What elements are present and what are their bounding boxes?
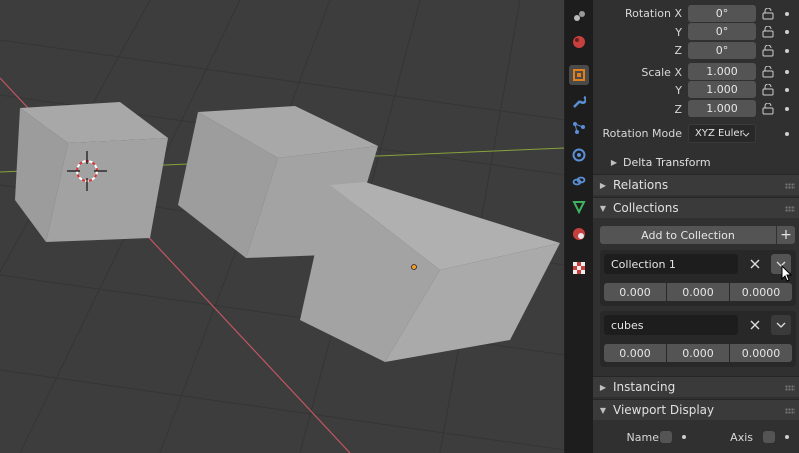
chevron-down-icon	[742, 132, 750, 137]
rotation-mode-label: Rotation Mode	[602, 127, 682, 140]
close-icon	[750, 320, 760, 330]
tab-scene[interactable]	[569, 6, 589, 26]
expand-triangle-icon: ▶	[610, 158, 618, 167]
scale-x-field[interactable]: 1.000	[688, 63, 756, 80]
show-axis-checkbox[interactable]	[763, 431, 775, 443]
keyframe-dot[interactable]	[785, 88, 789, 92]
relations-panel-header[interactable]: ▶ Relations	[593, 174, 799, 195]
remove-collection-button[interactable]	[746, 255, 764, 273]
rotation-y-label: Y	[675, 26, 682, 39]
show-name-checkbox[interactable]	[660, 431, 672, 443]
offset-y-field[interactable]: 0.000	[667, 344, 729, 362]
expand-triangle-icon: ▶	[599, 180, 607, 190]
scale-x-label: Scale X	[641, 66, 682, 79]
texture-icon	[573, 262, 585, 274]
rotation-x-label: Rotation X	[624, 7, 682, 20]
wrench-icon	[573, 95, 586, 108]
scale-z-field[interactable]: 1.000	[688, 100, 756, 117]
lock-icon[interactable]	[762, 45, 774, 57]
tab-physics[interactable]	[569, 145, 589, 165]
object-origin-icon	[411, 264, 417, 270]
rotation-mode-dropdown[interactable]: XYZ Euler	[688, 124, 756, 143]
properties-tab-strip	[565, 0, 593, 453]
keyframe-dot[interactable]	[682, 435, 686, 439]
rotation-z-label: Z	[674, 44, 682, 57]
scale-y-field[interactable]: 1.000	[688, 81, 756, 98]
tab-data[interactable]	[569, 197, 589, 217]
drag-grip-icon[interactable]	[785, 183, 795, 189]
chevron-down-icon	[776, 322, 786, 328]
3d-viewport[interactable]	[0, 0, 565, 453]
collapse-triangle-icon: ▼	[599, 203, 607, 213]
close-icon	[750, 259, 760, 269]
cube-right[interactable]	[300, 182, 560, 362]
mesh-data-icon	[572, 201, 586, 214]
world-icon	[573, 36, 585, 48]
collection-name-field[interactable]: cubes	[604, 315, 738, 335]
scene-icon	[574, 11, 585, 21]
show-axis-label: Axis	[730, 431, 753, 444]
tab-object[interactable]	[569, 65, 589, 85]
keyframe-dot[interactable]	[785, 107, 789, 111]
tab-world[interactable]	[569, 32, 589, 52]
delta-transform-header[interactable]: ▶ Delta Transform	[593, 152, 799, 173]
mouse-pointer-icon	[781, 265, 793, 282]
delta-transform-label: Delta Transform	[623, 156, 711, 169]
lock-icon[interactable]	[762, 84, 774, 96]
show-name-label: Name	[626, 431, 659, 444]
tab-material[interactable]	[569, 224, 589, 244]
offset-x-field[interactable]: 0.000	[604, 283, 666, 301]
keyframe-dot[interactable]	[785, 132, 789, 136]
tab-constraints[interactable]	[569, 171, 589, 191]
offset-z-field[interactable]: 0.0000	[730, 344, 792, 362]
rotation-z-field[interactable]: 0°	[688, 42, 756, 59]
collections-panel-header[interactable]: ▼ Collections	[593, 197, 799, 218]
add-to-collection-button[interactable]: Add to Collection	[600, 226, 776, 244]
rotation-x-field[interactable]: 0°	[688, 5, 756, 22]
drag-grip-icon[interactable]	[785, 408, 795, 414]
remove-collection-button[interactable]	[746, 316, 764, 334]
lock-icon[interactable]	[762, 66, 774, 78]
drag-grip-icon[interactable]	[785, 385, 795, 391]
tab-modifiers[interactable]	[569, 92, 589, 112]
cube-left[interactable]	[15, 102, 168, 242]
keyframe-dot[interactable]	[785, 49, 789, 53]
properties-editor[interactable]: Rotation X 0° Y 0° Z 0° Scale X 1.000 Y …	[593, 0, 799, 453]
offset-x-field[interactable]: 0.000	[604, 344, 666, 362]
particles-icon	[573, 122, 585, 134]
rotation-mode-value: XYZ Euler	[695, 128, 744, 139]
plus-icon: +	[780, 227, 792, 243]
lock-icon[interactable]	[762, 8, 774, 20]
keyframe-dot[interactable]	[785, 12, 789, 16]
physics-icon	[572, 148, 586, 162]
collection-menu-button[interactable]	[771, 315, 791, 335]
scale-z-label: Z	[674, 103, 682, 116]
expand-triangle-icon: ▶	[599, 382, 607, 392]
keyframe-dot[interactable]	[785, 30, 789, 34]
collapse-triangle-icon: ▼	[599, 405, 607, 415]
offset-y-field[interactable]: 0.000	[667, 283, 729, 301]
viewport-display-panel-header[interactable]: ▼ Viewport Display	[593, 399, 799, 420]
material-icon	[573, 228, 585, 240]
tab-particles[interactable]	[569, 118, 589, 138]
object-icon	[573, 69, 585, 81]
lock-icon[interactable]	[762, 26, 774, 38]
tab-texture[interactable]	[569, 258, 589, 278]
instancing-label: Instancing	[613, 380, 676, 394]
relations-label: Relations	[613, 178, 669, 192]
scale-y-label: Y	[675, 84, 682, 97]
offset-z-field[interactable]: 0.0000	[730, 283, 792, 301]
viewport-scene[interactable]	[0, 0, 565, 453]
drag-grip-icon[interactable]	[785, 206, 795, 212]
keyframe-dot[interactable]	[785, 70, 789, 74]
viewport-display-label: Viewport Display	[613, 403, 715, 417]
rotation-y-field[interactable]: 0°	[688, 23, 756, 40]
add-collection-button[interactable]: +	[777, 226, 795, 244]
collections-label: Collections	[613, 201, 679, 215]
instancing-panel-header[interactable]: ▶ Instancing	[593, 376, 799, 397]
keyframe-dot[interactable]	[785, 435, 789, 439]
lock-icon[interactable]	[762, 103, 774, 115]
constraints-icon	[572, 176, 586, 186]
collection-name-field[interactable]: Collection 1	[604, 254, 738, 274]
